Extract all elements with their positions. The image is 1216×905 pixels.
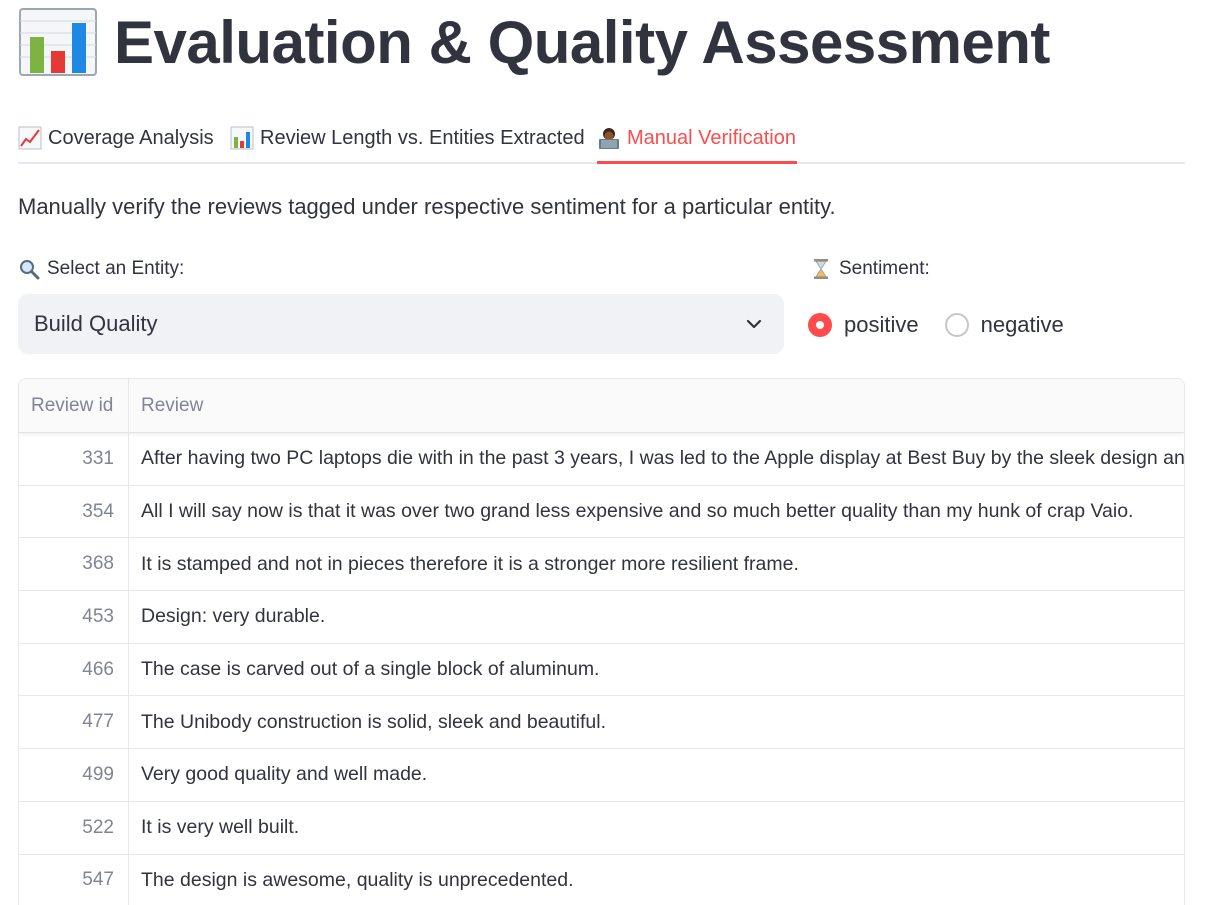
review-id-cell: 477: [19, 696, 129, 749]
tab-label: Coverage Analysis: [48, 126, 214, 149]
radio-unselected-icon: [944, 313, 969, 337]
table-row[interactable]: 354 All I will say now is that it was ov…: [19, 485, 1184, 539]
sentiment-option-positive[interactable]: positive: [808, 312, 919, 338]
table-header: Review id Review: [19, 379, 1184, 433]
review-text-cell: It is stamped and not in pieces therefor…: [141, 552, 799, 575]
radio-label: positive: [844, 312, 919, 337]
tab-label: Manual Verification: [627, 126, 796, 149]
sentiment-label-text: Sentiment:: [839, 258, 930, 279]
tab-coverage-analysis[interactable]: Coverage Analysis: [18, 112, 214, 164]
review-id-cell: 522: [19, 801, 129, 854]
hourglass-icon: [810, 258, 832, 280]
bar-chart-icon: [18, 7, 98, 77]
tab-label: Review Length vs. Entities Extracted: [260, 126, 585, 149]
page-description: Manually verify the reviews tagged under…: [18, 194, 836, 219]
entity-select-value: Build Quality: [34, 311, 158, 336]
review-id-cell: 354: [19, 485, 129, 538]
tab-manual-verification[interactable]: Manual Verification: [597, 112, 796, 164]
chevron-down-icon: [744, 314, 764, 334]
person-at-laptop-icon: [597, 126, 621, 150]
column-header-review[interactable]: Review: [129, 379, 1184, 433]
radio-selected-icon: [808, 313, 832, 337]
table-row[interactable]: 499 Very good quality and well made.: [19, 749, 1184, 802]
radio-label: negative: [980, 312, 1064, 337]
magnifier-icon: [18, 258, 40, 280]
table-row[interactable]: 453 Design: very durable.: [19, 591, 1184, 644]
column-header-review-id[interactable]: Review id: [19, 379, 129, 433]
page-header: Evaluation & Quality Assessment: [18, 6, 1050, 78]
sentiment-option-negative[interactable]: negative: [944, 312, 1064, 338]
review-text-cell: The case is carved out of a single block…: [141, 658, 600, 681]
bar-chart-icon: [230, 126, 254, 150]
page-title: Evaluation & Quality Assessment: [114, 8, 1050, 76]
table-row[interactable]: 522 It is very well built.: [19, 801, 1184, 855]
entity-label: Select an Entity:: [18, 258, 184, 280]
table-row[interactable]: 466 The case is carved out of a single b…: [19, 643, 1184, 697]
review-text-cell: Design: very durable.: [141, 605, 326, 628]
review-id-cell: 453: [19, 591, 129, 643]
entity-select[interactable]: Build Quality: [18, 294, 784, 354]
review-id-cell: 466: [19, 643, 129, 696]
table-row[interactable]: 547 The design is awesome, quality is un…: [19, 854, 1184, 905]
sentiment-radio-group: positive negative: [808, 306, 1090, 344]
chart-increasing-icon: [18, 126, 42, 150]
active-tab-indicator: [597, 161, 797, 164]
review-text-cell: The design is awesome, quality is unprec…: [141, 868, 574, 891]
table-row[interactable]: 331 After having two PC laptops die with…: [19, 433, 1184, 486]
review-text-cell: All I will say now is that it was over t…: [141, 500, 1134, 523]
review-id-cell: 368: [19, 538, 129, 591]
table-row[interactable]: 477 The Unibody construction is solid, s…: [19, 696, 1184, 750]
review-id-cell: 331: [19, 433, 129, 485]
review-id-cell: 547: [19, 854, 129, 905]
sentiment-label: Sentiment:: [810, 258, 930, 280]
review-text-cell: Very good quality and well made.: [141, 763, 428, 786]
tab-review-length[interactable]: Review Length vs. Entities Extracted: [230, 112, 585, 164]
reviews-table[interactable]: Review id Review 331 After having two PC…: [18, 378, 1185, 905]
tab-bar: Coverage Analysis Review Length vs. Enti…: [18, 112, 1185, 164]
entity-label-text: Select an Entity:: [47, 258, 185, 279]
review-text-cell: The Unibody construction is solid, sleek…: [141, 710, 607, 733]
table-row[interactable]: 368 It is stamped and not in pieces ther…: [19, 538, 1184, 592]
review-text-cell: After having two PC laptops die with in …: [141, 447, 1184, 470]
review-text-cell: It is very well built.: [141, 816, 300, 839]
review-id-cell: 499: [19, 749, 129, 801]
